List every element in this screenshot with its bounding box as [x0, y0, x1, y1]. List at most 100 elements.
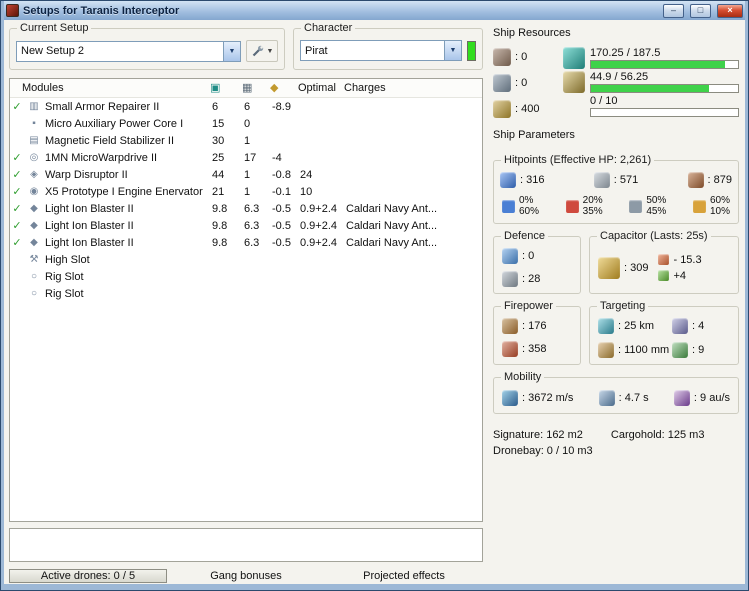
module-cpu: 30: [212, 134, 225, 147]
align-time: : 4.7 s: [598, 390, 649, 406]
rig-slot-icon: ○: [30, 288, 38, 299]
module-row[interactable]: ✓ ◈ Warp Disruptor II 44 1 -0.8 24: [10, 166, 482, 183]
signature-radius: Signature: 162 m2: [493, 429, 583, 441]
module-row[interactable]: ✓ ◆ Light Ion Blaster II 9.8 6.3 -0.5 0.…: [10, 217, 482, 234]
module-name: X5 Prototype I Engine Enervator: [45, 185, 203, 198]
chevron-down-icon[interactable]: ▼: [444, 41, 461, 60]
module-cap: -0.5: [272, 202, 291, 215]
module-row[interactable]: ✓ ▥ Small Armor Repairer II 6 6 -8.9: [10, 98, 482, 115]
explosive-shield-resist: 60%: [709, 195, 730, 206]
module-name: Magnetic Field Stabilizer II: [45, 134, 174, 147]
targeting-group: Targeting : 25 km : 4 : 1100 mm: 9: [589, 300, 739, 365]
scan-resolution-icon: [598, 342, 614, 358]
module-row[interactable]: ✓ ◎ 1MN MicroWarpdrive II 25 17 -4: [10, 149, 482, 166]
empty-slot-row[interactable]: ○ Rig Slot: [10, 285, 482, 302]
capacitor-drain-icon: [658, 254, 670, 265]
modules-list[interactable]: Modules ▣ ▦ ◆ Optimal Charges ✓ ▥ Small …: [9, 78, 483, 522]
fitted-check-icon: ✓: [12, 203, 22, 215]
empty-slot-row[interactable]: ○ Rig Slot: [10, 268, 482, 285]
app-icon: [6, 4, 19, 17]
module-row[interactable]: ▪ Micro Auxiliary Power Core I 15 0: [10, 115, 482, 132]
shield-hp: : 316: [500, 172, 544, 188]
module-cpu: 15: [212, 117, 225, 130]
modules-header-row[interactable]: Modules ▣ ▦ ◆ Optimal Charges: [10, 79, 482, 98]
targeting-range-value: : 25 km: [618, 320, 655, 332]
maximize-button[interactable]: □: [690, 3, 711, 18]
module-cpu: 6: [212, 100, 219, 113]
module-cpu: 25: [212, 151, 225, 164]
module-icon: ◎: [29, 152, 39, 163]
structure-hp: : 879: [687, 172, 732, 188]
projected-effects-tab[interactable]: Projected effects: [325, 570, 483, 582]
firepower-title: Firepower: [501, 300, 556, 312]
fitted-check-icon: ✓: [12, 101, 22, 113]
mobility-group: Mobility : 3672 m/s : 4.7 s : 9 au/s: [493, 371, 739, 414]
gang-bonuses-tab[interactable]: Gang bonuses: [167, 570, 325, 582]
module-name: Warp Disruptor II: [45, 168, 128, 181]
armor-repair-icon: [502, 271, 518, 287]
shield-recharge-icon: [502, 248, 518, 264]
module-row[interactable]: ✓ ◆ Light Ion Blaster II 9.8 6.3 -0.5 0.…: [10, 200, 482, 217]
charges-column-header[interactable]: Charges: [344, 82, 482, 94]
current-setup-group: Current Setup New Setup 2 ▼ ▼: [9, 22, 285, 70]
modules-column-header[interactable]: Modules: [10, 82, 210, 94]
module-row[interactable]: ▤ Magnetic Field Stabilizer II 30 1: [10, 132, 482, 149]
chevron-down-icon[interactable]: ▼: [223, 41, 240, 61]
optimal-column-header[interactable]: Optimal: [298, 82, 344, 94]
module-cap: -4: [272, 151, 282, 164]
defence-group: Defence : 0 : 28: [493, 230, 581, 294]
capacitor-column-icon[interactable]: ◆: [270, 82, 298, 94]
active-drones-bar[interactable]: Active drones: 0 / 5: [9, 568, 167, 583]
powergrid-usage: 44.9 / 56.25: [563, 71, 739, 93]
module-optimal: 10: [300, 185, 313, 198]
module-powergrid: 6.3: [244, 219, 260, 232]
fitted-check-icon: ✓: [12, 186, 22, 198]
character-status-bar: [467, 40, 476, 61]
module-name: Light Ion Blaster II: [45, 219, 134, 232]
thermal-resist: 20% 35%: [565, 195, 603, 217]
module-row-selected[interactable]: ✓ ◆ Light Ion Blaster II 9.8 6.3 -0.5 0.…: [10, 234, 482, 251]
fitted-check-icon: ✓: [12, 152, 22, 164]
module-icon: ◆: [30, 237, 38, 248]
module-name: Micro Auxiliary Power Core I: [45, 117, 184, 130]
character-select[interactable]: Pirat ▼: [300, 40, 462, 61]
cpu-column-icon[interactable]: ▣: [210, 82, 242, 94]
capacitor-title: Capacitor (Lasts: 25s): [597, 230, 711, 242]
module-name: Small Armor Repairer II: [45, 100, 160, 113]
setup-tools-button[interactable]: ▼: [246, 40, 278, 62]
powergrid-column-icon[interactable]: ▦: [242, 82, 270, 94]
title-bar: Setups for Taranis Interceptor – □ ×: [4, 1, 745, 20]
em-armor-resist: 60%: [519, 206, 540, 217]
current-setup-label: Current Setup: [17, 22, 92, 34]
cpu-usage: 170.25 / 187.5: [563, 47, 739, 69]
drone-list[interactable]: [9, 528, 483, 562]
sensor-strength-value: : 9: [692, 344, 705, 356]
volley-value: : 176: [522, 320, 547, 332]
module-row[interactable]: ✓ ◉ X5 Prototype I Engine Enervator 21 1…: [10, 183, 482, 200]
launcher-hardpoints: : 0: [493, 73, 555, 93]
dps-icon: [502, 341, 518, 357]
module-cap: -0.5: [272, 236, 291, 249]
character-group: Character Pirat ▼: [293, 22, 483, 70]
velocity-icon: [502, 390, 518, 406]
module-name: Light Ion Blaster II: [45, 202, 134, 215]
active-drones-label: Active drones: 0 / 5: [40, 569, 136, 582]
align-time-value: : 4.7 s: [618, 392, 649, 404]
module-name: Light Ion Blaster II: [45, 236, 134, 249]
thermal-armor-resist: 35%: [582, 206, 603, 217]
window-body: Current Setup New Setup 2 ▼ ▼ Character …: [4, 20, 745, 584]
close-button[interactable]: ×: [717, 3, 743, 18]
window-title: Setups for Taranis Interceptor: [23, 4, 180, 17]
minimize-button[interactable]: –: [663, 3, 684, 18]
sensor-strength: : 9: [672, 342, 734, 358]
module-icon: ◆: [30, 203, 38, 214]
empty-slot-row[interactable]: ⚒ High Slot: [10, 251, 482, 268]
module-powergrid: 6.3: [244, 236, 260, 249]
volley-damage: : 176: [502, 318, 576, 334]
kinetic-shield-resist: 50%: [646, 195, 667, 206]
upgrade-usage: 0 / 10: [563, 95, 739, 117]
chevron-down-icon: ▼: [266, 47, 274, 55]
current-setup-select[interactable]: New Setup 2 ▼: [16, 40, 241, 62]
module-powergrid: 1: [244, 168, 251, 181]
module-charges: Caldari Navy Ant...: [346, 202, 438, 215]
